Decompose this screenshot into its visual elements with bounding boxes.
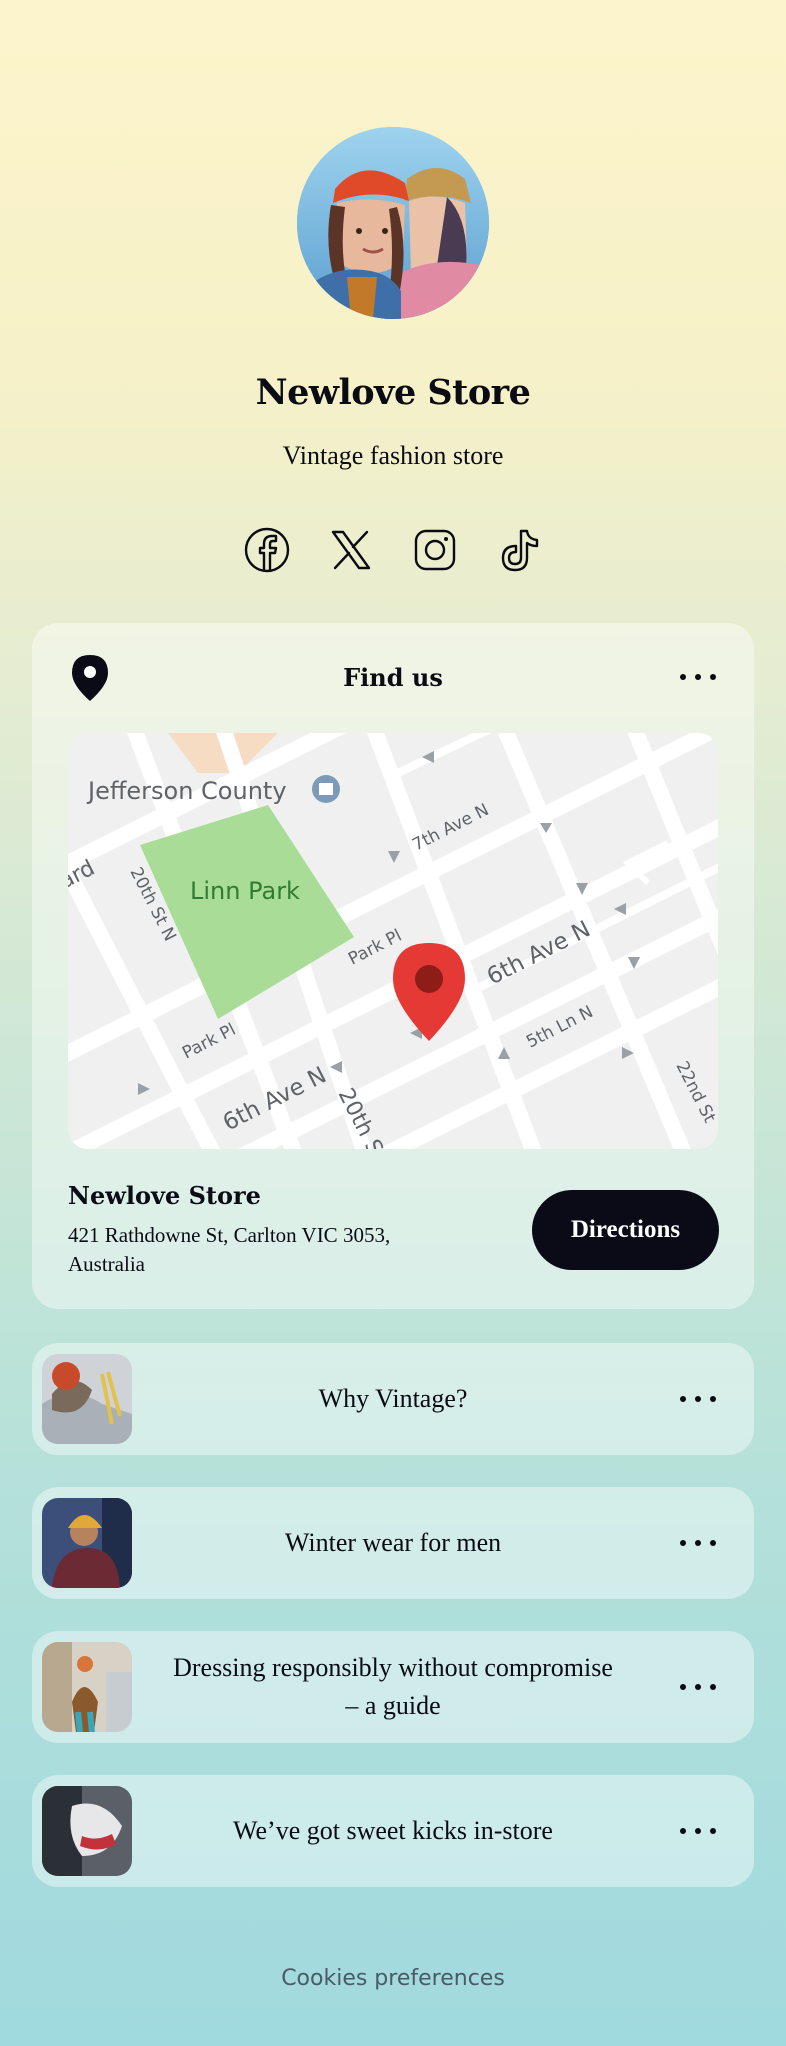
link-card-dressing-responsibly[interactable]: Dressing responsibly without compromise … (32, 1631, 754, 1743)
cookies-preferences-link[interactable]: Cookies preferences (0, 1966, 786, 1991)
map-label-jefferson: Jefferson County (86, 777, 287, 805)
store-address: 421 Rathdowne St, Carlton VIC 3053, Aust… (68, 1223, 391, 1276)
facebook-icon[interactable] (243, 526, 291, 574)
link-card-sweet-kicks[interactable]: We’ve got sweet kicks in-store (32, 1775, 754, 1887)
link-thumbnail-image (42, 1786, 132, 1876)
page-subtitle: Vintage fashion store (282, 441, 504, 470)
link-more-button[interactable] (676, 1677, 720, 1697)
link-card-why-vintage[interactable]: Why Vintage? (32, 1343, 754, 1455)
link-more-button[interactable] (676, 1389, 720, 1409)
store-name: Newlove Store (68, 1181, 261, 1210)
link-label: Winter wear for men (284, 1528, 502, 1557)
profile-page: Newlove Store Vintage fashion store Find… (0, 0, 786, 2046)
link-more-button[interactable] (676, 1533, 720, 1553)
page-title: Newlove Store (255, 372, 531, 413)
avatar (297, 127, 489, 319)
map[interactable]: Jefferson County Linn Park 7th Ave N 20t… (68, 733, 718, 1149)
link-label: We’ve got sweet kicks in-store (233, 1816, 553, 1845)
link-thumbnail-image (42, 1354, 132, 1444)
x-icon[interactable] (327, 526, 375, 574)
instagram-icon[interactable] (411, 526, 459, 574)
link-label: Dressing responsibly without compromise … (173, 1653, 613, 1720)
link-card-winter-wear[interactable]: Winter wear for men (32, 1487, 754, 1599)
tiktok-icon[interactable] (495, 526, 543, 574)
social-links (243, 526, 543, 574)
find-us-card: Find us Jefferson County Linn Park 7th A… (32, 623, 754, 1309)
link-thumbnail-image (42, 1642, 132, 1732)
map-label-park: Linn Park (190, 877, 300, 905)
link-label: Why Vintage? (318, 1384, 468, 1413)
link-more-button[interactable] (676, 1821, 720, 1841)
link-thumbnail-image (42, 1498, 132, 1588)
find-us-title: Find us (343, 663, 443, 692)
directions-button[interactable]: Directions (532, 1190, 719, 1270)
find-us-more-button[interactable] (676, 667, 720, 687)
